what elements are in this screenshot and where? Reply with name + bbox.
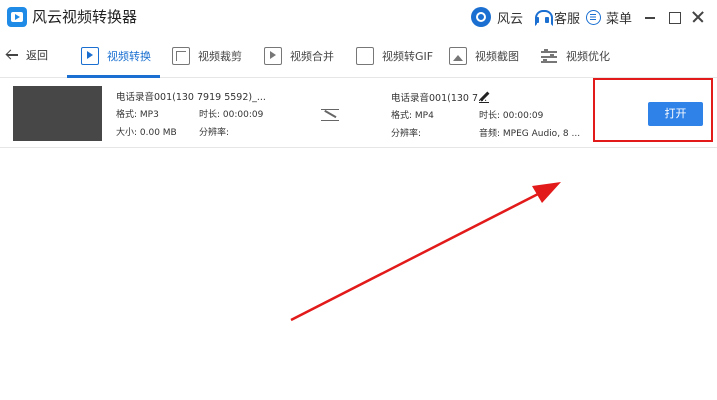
source-format: 格式: MP3	[116, 110, 159, 120]
tab-label: 视频优化	[566, 50, 610, 63]
video-convert-icon	[81, 47, 99, 65]
minimize-button[interactable]	[641, 8, 659, 26]
tab-video-merge[interactable]: 视频合并	[264, 34, 334, 78]
active-tab-indicator	[67, 75, 160, 78]
fengyun-label: 风云	[497, 11, 524, 27]
menu-icon	[586, 9, 601, 25]
customer-service-button[interactable]: 客服	[535, 6, 580, 28]
app-logo-icon	[7, 7, 27, 27]
video-thumbnail	[13, 86, 102, 141]
gif-icon	[356, 47, 374, 65]
source-file-name: 电话录音001(130 7919 5592)_...	[116, 92, 266, 103]
menu-button[interactable]: 菜单	[586, 6, 632, 28]
source-resolution: 分辨率:	[199, 128, 230, 138]
headset-icon	[535, 10, 553, 26]
output-format: 格式: MP4	[391, 111, 434, 121]
tab-video-screenshot[interactable]: 视频截图	[449, 34, 519, 78]
fengyun-icon	[471, 7, 491, 27]
back-button[interactable]: 返回	[6, 47, 48, 63]
maximize-button[interactable]	[665, 8, 683, 26]
tab-label: 视频合并	[290, 50, 334, 63]
image-icon	[449, 47, 467, 65]
tab-video-crop[interactable]: 视频裁剪	[172, 34, 242, 78]
crop-icon	[172, 47, 190, 65]
tab-label: 视频裁剪	[198, 50, 242, 63]
tab-video-optimize[interactable]: 视频优化	[540, 34, 610, 78]
tab-label: 视频截图	[475, 50, 519, 63]
customer-service-label: 客服	[554, 11, 581, 27]
fengyun-account[interactable]: 风云	[471, 6, 523, 28]
arrow-shaft	[290, 191, 541, 322]
app-title: 风云视频转换器	[32, 8, 138, 26]
sliders-icon	[540, 47, 558, 65]
arrow-left-icon	[6, 49, 18, 61]
back-label: 返回	[26, 49, 48, 62]
tab-label: 视频转换	[107, 50, 151, 63]
output-file-name: 电话录音001(130 7...	[391, 93, 488, 104]
shuffle-icon	[321, 107, 341, 121]
tab-label: 视频转GIF	[382, 50, 434, 63]
source-size: 大小: 0.00 MB	[116, 128, 177, 138]
arrow-head	[532, 182, 561, 203]
tab-video-convert[interactable]: 视频转换	[81, 34, 151, 78]
output-resolution: 分辨率:	[391, 129, 422, 139]
merge-icon	[264, 47, 282, 65]
output-duration: 时长: 00:00:09	[479, 111, 544, 121]
title-bar: 风云视频转换器 风云 客服 菜单	[0, 0, 717, 34]
source-duration: 时长: 00:00:09	[199, 110, 264, 120]
tab-video-to-gif[interactable]: 视频转GIF	[356, 34, 433, 78]
menu-label: 菜单	[606, 11, 633, 27]
output-audio: 音频: MPEG Audio, 8 ...	[479, 129, 581, 139]
nav-bar: 返回 视频转换 视频裁剪 视频合并 视频转GIF 视频截图 视频优化	[0, 34, 717, 78]
pencil-icon[interactable]	[479, 92, 489, 103]
open-button[interactable]: 打开	[648, 102, 703, 126]
close-button[interactable]	[689, 8, 707, 26]
